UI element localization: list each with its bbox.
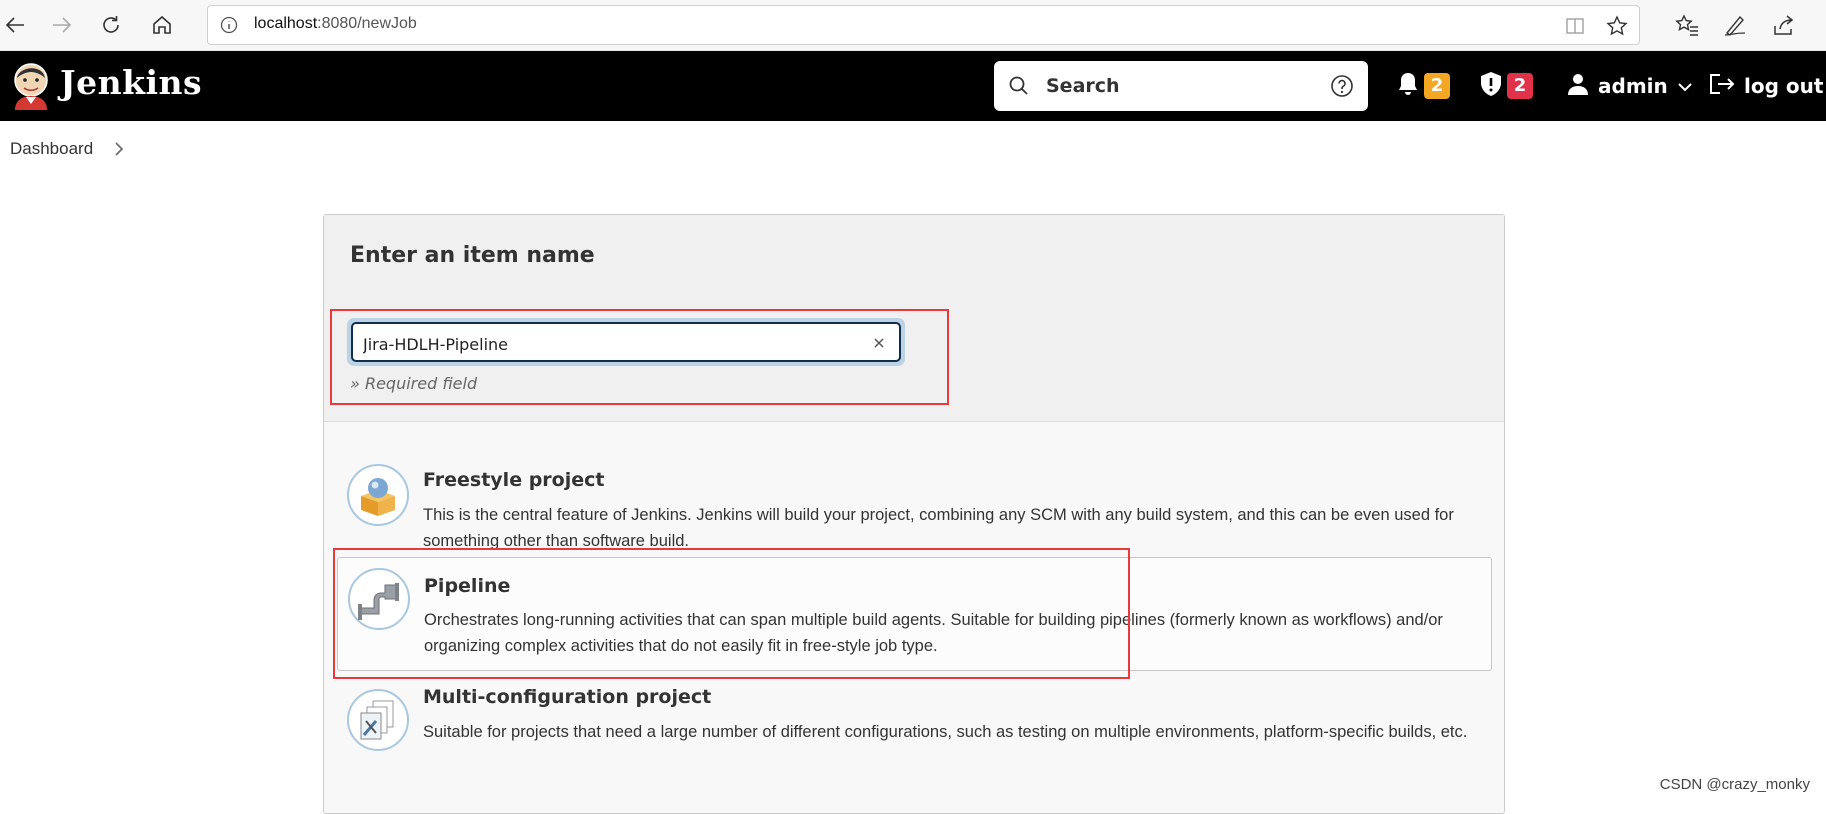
logout-label: log out	[1744, 74, 1824, 98]
highlight-name-box	[330, 309, 949, 405]
logout-button[interactable]: log out	[1708, 71, 1823, 101]
security-button[interactable]: 2	[1479, 71, 1533, 101]
user-name: admin	[1598, 74, 1668, 98]
bell-icon	[1396, 71, 1420, 101]
favorite-star-icon[interactable]	[1606, 15, 1628, 37]
site-info-icon[interactable]	[220, 16, 238, 34]
search-input[interactable]	[1046, 72, 1306, 100]
item-label: Multi-configuration project	[423, 686, 712, 708]
item-description: This is the central feature of Jenkins. …	[423, 506, 1454, 550]
chevron-right-icon[interactable]	[113, 141, 125, 157]
freestyle-project-icon	[347, 464, 409, 526]
highlight-pipeline-box	[333, 548, 1130, 679]
multi-configuration-project-icon	[347, 689, 409, 751]
url-path: :8080/newJob	[317, 15, 417, 32]
pen-icon[interactable]	[1722, 12, 1748, 38]
jenkins-logo-icon[interactable]	[9, 60, 53, 112]
jenkins-title[interactable]: Jenkins	[60, 63, 202, 102]
item-type-freestyle[interactable]: Freestyle project This is the central fe…	[337, 446, 1492, 560]
notifications-button[interactable]: 2	[1396, 71, 1450, 101]
new-item-panel: Enter an item name » Required field Free…	[323, 214, 1505, 814]
address-bar[interactable]: localhost:8080/newJob	[207, 5, 1640, 45]
browser-toolbar: localhost:8080/newJob	[0, 0, 1826, 51]
item-label: Freestyle project	[423, 469, 605, 491]
item-description: Suitable for projects that need a large …	[423, 723, 1468, 741]
user-menu[interactable]: admin	[1566, 71, 1692, 101]
breadcrumb: Dashboard	[10, 139, 125, 159]
url-text[interactable]: localhost:8080/newJob	[254, 15, 417, 33]
search-icon	[1008, 75, 1030, 97]
forward-icon[interactable]	[47, 10, 77, 40]
url-host: localhost	[254, 15, 318, 32]
refresh-icon[interactable]	[96, 10, 126, 40]
home-icon[interactable]	[147, 10, 177, 40]
share-icon[interactable]	[1771, 12, 1797, 38]
security-badge: 2	[1507, 73, 1533, 99]
item-type-multi-configuration[interactable]: Multi-configuration project Suitable for…	[337, 677, 1492, 791]
favorites-list-icon[interactable]	[1674, 12, 1700, 38]
breadcrumb-dashboard[interactable]: Dashboard	[10, 139, 93, 159]
chevron-down-icon	[1678, 77, 1692, 96]
shield-icon	[1479, 71, 1503, 101]
logout-icon	[1708, 72, 1736, 100]
reader-mode-icon[interactable]	[1564, 15, 1586, 37]
help-icon[interactable]	[1330, 74, 1354, 98]
watermark: CSDN @crazy_monky	[1659, 776, 1810, 793]
item-name-heading: Enter an item name	[350, 243, 595, 268]
search-box[interactable]	[994, 61, 1368, 111]
back-icon[interactable]	[0, 10, 30, 40]
jenkins-header: Jenkins 2 2 admin log out	[0, 51, 1826, 121]
notifications-badge: 2	[1424, 73, 1450, 99]
user-icon	[1566, 72, 1590, 100]
